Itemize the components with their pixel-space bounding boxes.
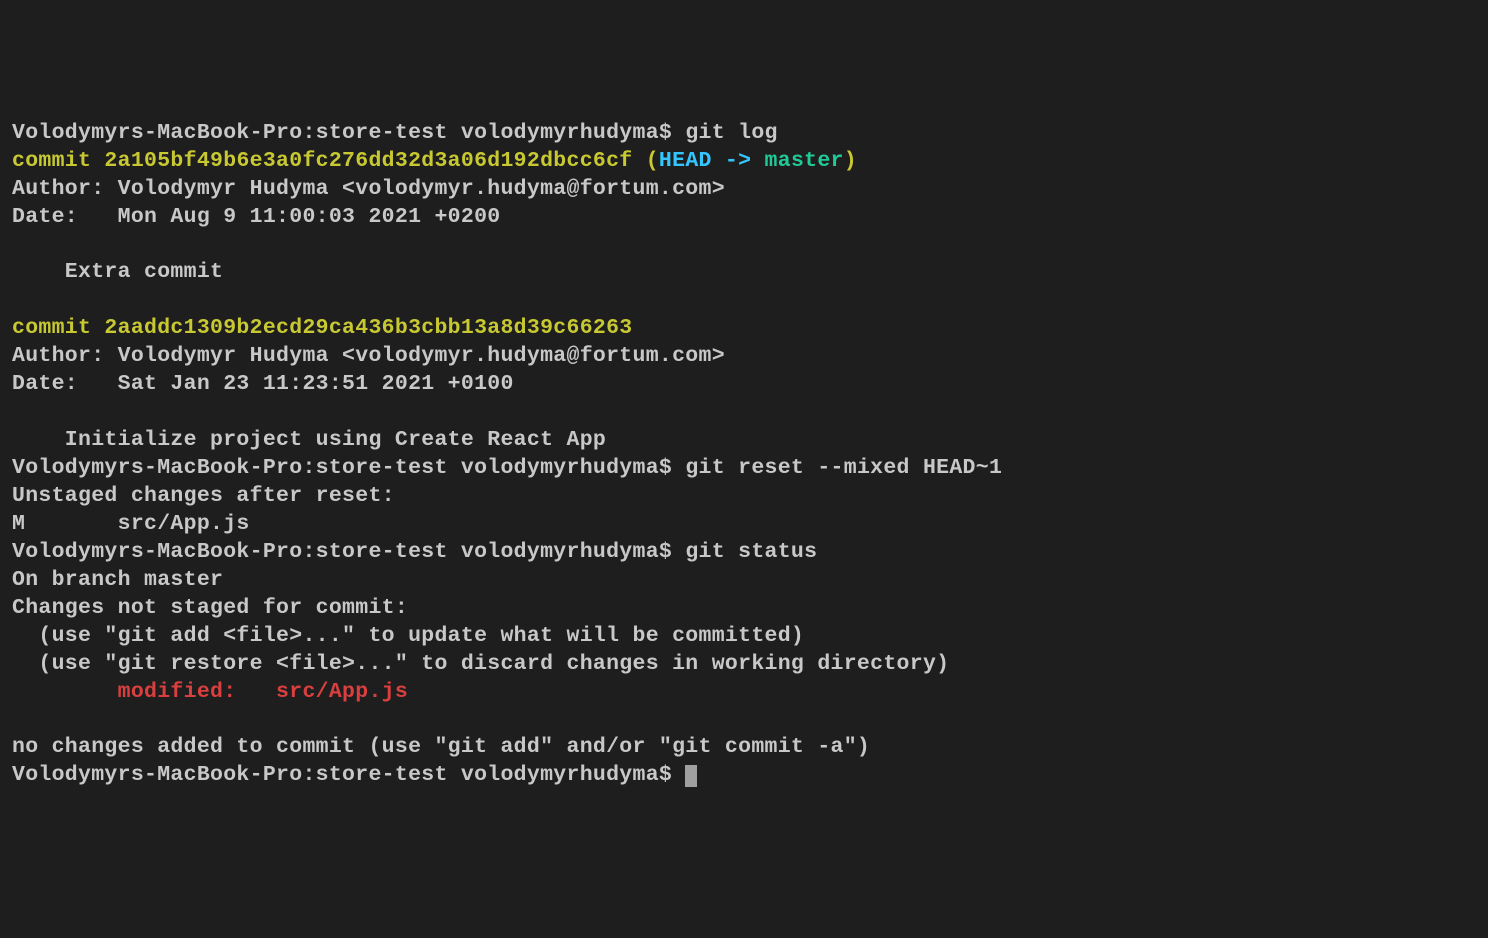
status-hint: (use "git add <file>..." to update what … [12, 624, 804, 648]
paren-open: ( [633, 149, 659, 173]
command: git status [685, 540, 817, 564]
status-branch: On branch master [12, 568, 223, 592]
commit-author: Author: Volodymyr Hudyma <volodymyr.hudy… [12, 177, 725, 201]
status-hint: (use "git restore <file>..." to discard … [12, 652, 949, 676]
command: git reset --mixed HEAD~1 [685, 456, 1002, 480]
status-modified: modified: src/App.js [12, 680, 408, 704]
commit-line: commit 2aaddc1309b2ecd29ca436b3cbb13a8d3… [12, 316, 633, 340]
commit-hash: 2a105bf49b6e3a0fc276dd32d3a06d192dbcc6cf [104, 149, 632, 173]
commit-date: Date: Sat Jan 23 11:23:51 2021 +0100 [12, 372, 514, 396]
commit-author: Author: Volodymyr Hudyma <volodymyr.hudy… [12, 344, 725, 368]
commit-date: Date: Mon Aug 9 11:00:03 2021 +0200 [12, 205, 500, 229]
paren-close: ) [844, 149, 857, 173]
reset-output: M src/App.js [12, 512, 250, 536]
reset-output: Unstaged changes after reset: [12, 484, 395, 508]
cursor [685, 765, 697, 787]
commit-message: Extra commit [12, 260, 223, 284]
branch-name: master [765, 149, 844, 173]
status-not-staged: Changes not staged for commit: [12, 596, 408, 620]
terminal-output[interactable]: Volodymyrs-MacBook-Pro:store-test volody… [12, 120, 1476, 791]
prompt: Volodymyrs-MacBook-Pro:store-test volody… [12, 121, 685, 145]
commit-label: commit [12, 149, 104, 173]
prompt: Volodymyrs-MacBook-Pro:store-test volody… [12, 763, 685, 787]
head-ref: HEAD -> [659, 149, 765, 173]
status-no-changes: no changes added to commit (use "git add… [12, 735, 870, 759]
command: git log [685, 121, 777, 145]
prompt: Volodymyrs-MacBook-Pro:store-test volody… [12, 540, 685, 564]
commit-message: Initialize project using Create React Ap… [12, 428, 606, 452]
prompt: Volodymyrs-MacBook-Pro:store-test volody… [12, 456, 685, 480]
